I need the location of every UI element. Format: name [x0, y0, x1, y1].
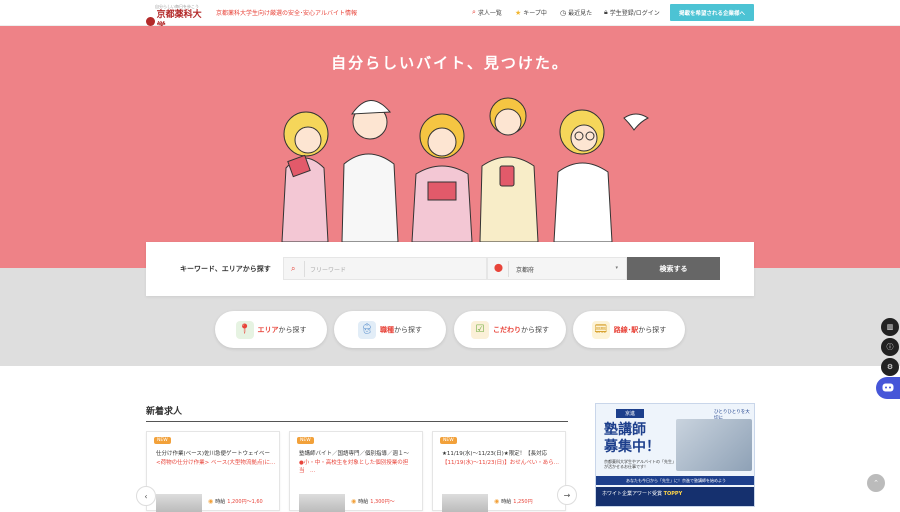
arrow-right-icon: →	[563, 490, 571, 500]
ad-photo	[676, 419, 752, 471]
job-wage: ◉ 時給 1,200円～1,60	[208, 498, 263, 505]
carousel-prev-button[interactable]: ‹	[136, 486, 156, 506]
category-jobtype-button[interactable]: 👷︎ 職種から探す	[334, 311, 446, 348]
map-pin-icon: 📍︎	[235, 320, 254, 339]
job-title: 仕分け作業(ベース)佐川急便ゲートウェイベー	[156, 451, 271, 457]
checklist-icon: ☑	[471, 320, 489, 339]
book-icon[interactable]: ▥	[881, 318, 899, 336]
new-jobs-title: 新着求人	[146, 407, 183, 417]
chat-button[interactable]	[876, 377, 900, 399]
new-badge: NEW	[440, 437, 457, 444]
job-summary: <荷物の仕分け作業> ベース(大型物流拠点)に...	[156, 460, 276, 466]
search-button[interactable]: 検索する	[627, 257, 720, 280]
ad-banner[interactable]: 京進 ひとりひとりを大切に 塾講師募集中！ 京都薬科大学生やアルバイトの「先生」…	[595, 403, 755, 507]
prefecture-value: 京都府	[516, 267, 535, 274]
job-card[interactable]: NEW 仕分け作業(ベース)佐川急便ゲートウェイベー <荷物の仕分け作業> ベー…	[146, 431, 280, 512]
job-thumbnail	[442, 494, 488, 512]
site-logo[interactable]: 自分らしい毎日を歩こう 京都薬科大学	[146, 4, 208, 32]
job-wage: ◉ 時給 1,250円	[494, 498, 533, 505]
new-badge: NEW	[154, 437, 171, 444]
category-preference-button[interactable]: ☑ こだわりから探す	[454, 311, 566, 348]
keyword-input[interactable]: ⌕ フリーワード	[283, 257, 487, 280]
job-card[interactable]: NEW 塾講師バイト／国語専門／個別指導／週１～ ●小・中・高校生を対象とした個…	[289, 431, 423, 512]
coin-icon: ◉	[208, 498, 214, 505]
new-badge: NEW	[297, 437, 314, 444]
site-tagline: 京都薬科大学生向け厳選の安全･安心アルバイト情報	[216, 10, 357, 17]
back-to-top-button[interactable]: ⌃	[867, 474, 885, 492]
ad-award: ホワイト企業アワード受賞 TOPPY	[596, 487, 754, 506]
job-wage: ◉ 時給 1,300円～	[351, 498, 395, 505]
nav-login[interactable]: 🔒︎ 学生登録/ログイン	[604, 8, 660, 17]
worker-icon: 👷︎	[358, 320, 376, 339]
job-summary: ●小・中・高校生を対象とした個別授業の担当 ...	[299, 460, 409, 474]
ad-headline: 塾講師 募集中！	[604, 422, 660, 455]
student-figure-1	[281, 111, 329, 242]
job-title: ★11/19(水)～11/23(日)★限定！【長対応	[442, 451, 548, 457]
nav-recent[interactable]: ◷ 最近見た	[560, 8, 592, 18]
ad-brand: 京進	[616, 409, 644, 418]
student-figure-2	[341, 100, 399, 242]
train-icon: 🚃︎	[591, 320, 610, 339]
coin-icon: ◉	[494, 498, 500, 505]
section-divider	[146, 421, 568, 422]
settings-icon[interactable]: ⚙	[881, 358, 899, 376]
seal-icon	[146, 16, 155, 26]
chevron-up-icon: ⌃	[873, 479, 879, 487]
job-summary: 【11/19(水)～11/23(日)】おせんべい・あら...	[442, 460, 560, 466]
coin-icon: ◉	[351, 498, 357, 505]
map-pin-icon: ⬤	[494, 263, 503, 272]
students-illustration	[281, 97, 649, 242]
job-thumbnail	[299, 494, 345, 512]
search-icon: ⌕	[291, 264, 296, 273]
search-panel: キーワード、エリアから探す ⌕ フリーワード ⬤ 京都府 ▾ 検索する	[146, 242, 754, 296]
nav-job-list[interactable]: ⌕ 求人一覧	[472, 8, 502, 17]
employer-cta-button[interactable]: 掲載を希望される企業様へ	[670, 4, 754, 21]
ad-strip: あなたも今日から「先生」に！京進で塾講師を始めよう	[596, 476, 754, 485]
job-title: 塾講師バイト／国語専門／個別指導／週１～	[299, 451, 410, 457]
hero-title: 自分らしいバイト、見つけた。	[331, 54, 569, 72]
chevron-left-icon: ‹	[144, 491, 148, 501]
category-station-button[interactable]: 🚃︎ 路線･駅から探す	[573, 311, 685, 348]
bird-illustration	[623, 113, 649, 131]
ad-description: 京都薬科大学生やアルバイトの「先生」が活かせるお仕事です！	[604, 459, 674, 469]
job-card[interactable]: NEW ★11/19(水)～11/23(日)★限定！【長対応 【11/19(水)…	[432, 431, 566, 512]
student-figure-4	[479, 97, 539, 242]
info-icon[interactable]: ⓘ	[881, 338, 899, 356]
site-header: 自分らしい毎日を歩こう 京都薬科大学 京都薬科大学生向け厳選の安全･安心アルバイ…	[0, 0, 900, 32]
carousel-next-button[interactable]: →	[557, 485, 577, 505]
lock-icon: 🔒︎	[604, 8, 608, 16]
chat-bot-icon	[882, 383, 894, 392]
clock-icon: ◷	[560, 8, 567, 17]
chevron-down-icon: ▾	[615, 265, 618, 271]
category-area-button[interactable]: 📍︎ エリアから探す	[215, 311, 327, 348]
search-label: キーワード、エリアから探す	[180, 265, 271, 273]
star-icon: ★	[515, 8, 522, 17]
search-icon: ⌕	[472, 8, 476, 16]
prefecture-select[interactable]: ⬤ 京都府 ▾	[487, 257, 627, 280]
keyword-placeholder: フリーワード	[310, 267, 347, 274]
nav-keep[interactable]: ★ キープ中	[515, 8, 547, 18]
job-thumbnail	[156, 494, 202, 512]
student-figure-5	[553, 109, 613, 242]
student-figure-3	[411, 113, 473, 242]
